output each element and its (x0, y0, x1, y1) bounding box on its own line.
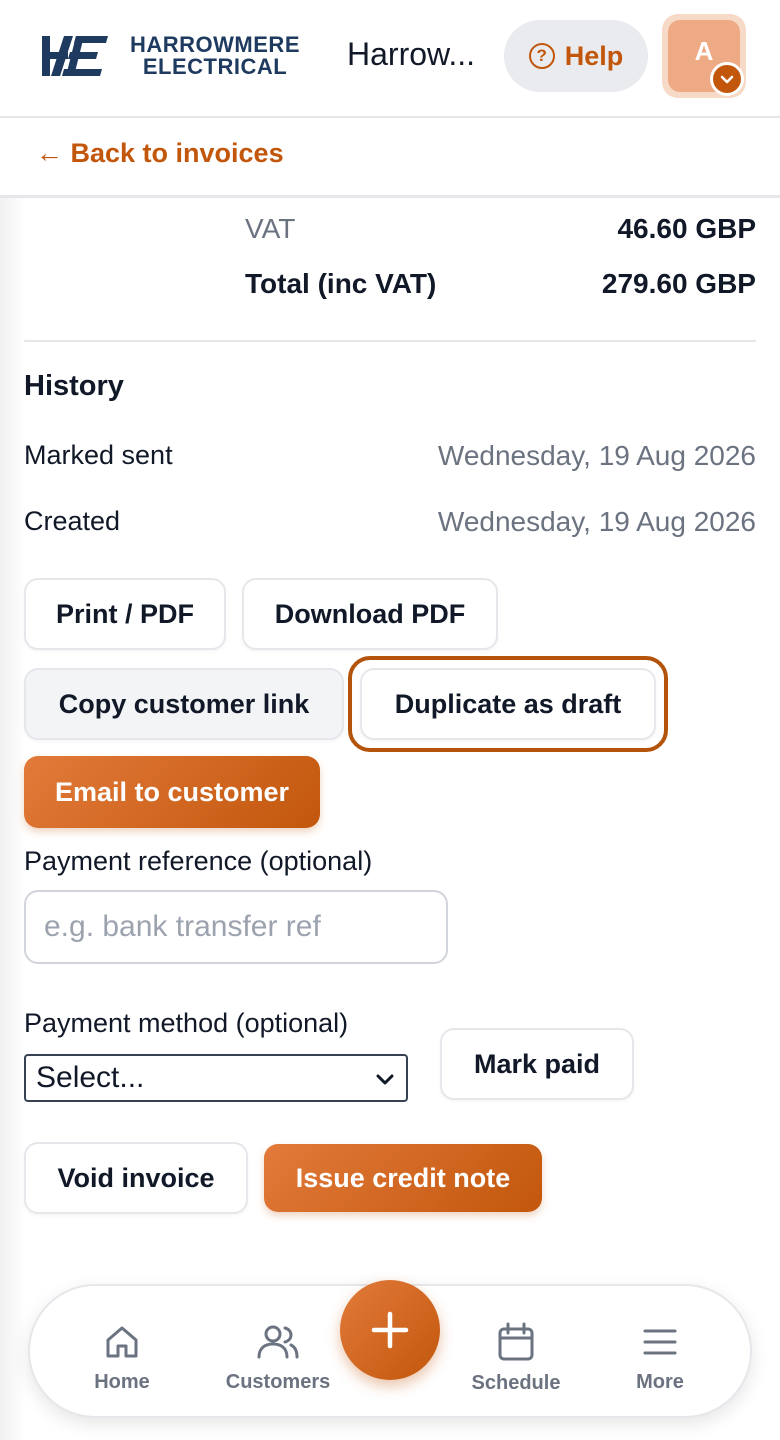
total-value: 279.60 GBP (601, 268, 756, 299)
nav-home[interactable]: Home (62, 1286, 182, 1420)
nav-schedule[interactable]: Schedule (456, 1286, 576, 1420)
void-invoice-button[interactable]: Void invoice (24, 1142, 248, 1214)
vat-value: 46.60 GBP (617, 213, 756, 244)
download-pdf-button[interactable]: Download PDF (242, 578, 498, 650)
plus-icon (371, 1311, 409, 1349)
help-button[interactable]: ? Help (504, 20, 648, 92)
logo-wordmark: HARROWMERE ELECTRICAL (120, 34, 310, 78)
chevron-down-icon (710, 62, 744, 96)
vat-label: VAT (245, 213, 296, 244)
history-entry-label: Created (24, 506, 121, 536)
duplicate-as-draft-button[interactable]: Duplicate as draft (360, 668, 656, 740)
copy-customer-link-button[interactable]: Copy customer link (24, 668, 344, 740)
chevron-down-icon (376, 1074, 394, 1085)
question-circle-icon: ? (528, 43, 555, 69)
nav-schedule-label: Schedule (471, 1371, 561, 1394)
history-entry-label: Marked sent (24, 440, 173, 470)
calendar-icon (498, 1322, 534, 1360)
nav-customers-label: Customers (225, 1370, 331, 1393)
company-logo[interactable]: HARROWMERE ELECTRICAL (40, 32, 310, 80)
nav-more-label: More (636, 1370, 684, 1393)
divider (24, 340, 756, 342)
total-label: Total (inc VAT) (245, 268, 437, 299)
history-title: History (24, 370, 124, 402)
edge-shade (0, 0, 26, 1440)
account-menu-button[interactable]: A (662, 14, 746, 98)
help-label: Help (564, 40, 624, 71)
history-entry-date: Wednesday, 19 Aug 2026 (437, 440, 756, 471)
app-header: HARROWMERE ELECTRICAL Harrow... ? Help A (0, 0, 780, 118)
payment-reference-input[interactable] (24, 890, 448, 964)
users-icon (257, 1325, 299, 1358)
logo-line-1: HARROWMERE (130, 32, 300, 57)
payment-reference-label: Payment reference (optional) (24, 846, 373, 876)
logo-line-2: ELECTRICAL (142, 54, 288, 79)
payment-method-label: Payment method (optional) (24, 1008, 349, 1038)
nav-customers[interactable]: Customers (208, 1286, 348, 1420)
organization-name: Harrow... (347, 36, 476, 72)
history-entry-date: Wednesday, 19 Aug 2026 (437, 506, 756, 537)
logo-mark-icon (42, 36, 108, 76)
mark-paid-button[interactable]: Mark paid (440, 1028, 634, 1100)
nav-home-label: Home (94, 1370, 150, 1393)
add-button[interactable] (340, 1280, 440, 1380)
print-pdf-button[interactable]: Print / PDF (24, 578, 226, 650)
back-bar: ← Back to invoices (0, 118, 780, 198)
nav-more[interactable]: More (600, 1286, 720, 1420)
email-to-customer-button[interactable]: Email to customer (24, 756, 320, 828)
payment-method-value: Select... (36, 1061, 145, 1094)
home-icon (106, 1326, 138, 1357)
payment-method-select[interactable]: Select... (24, 1054, 408, 1102)
issue-credit-note-button[interactable]: Issue credit note (264, 1144, 542, 1212)
back-to-invoices-link[interactable]: ← Back to invoices (36, 138, 284, 169)
menu-icon (643, 1329, 677, 1354)
